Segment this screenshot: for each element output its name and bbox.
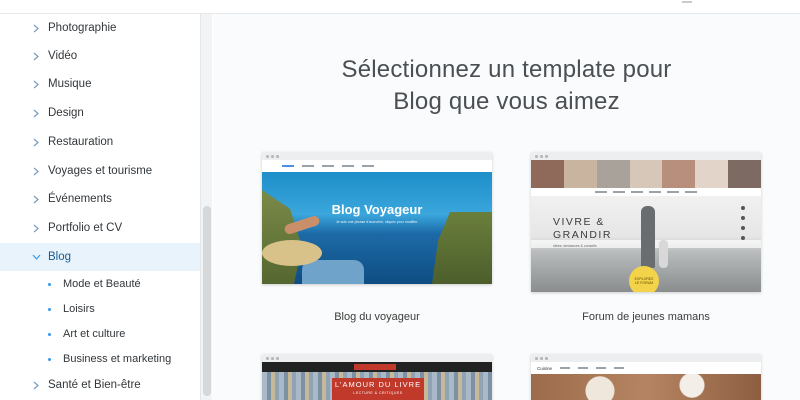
sidebar-item-design[interactable]: Design (0, 99, 200, 127)
thumbnail-title: Blog Voyageur (331, 202, 423, 217)
bullet-icon (48, 282, 51, 286)
food-photo (531, 374, 761, 400)
child-figure (659, 240, 668, 268)
sidebar-item-evenements[interactable]: Événements (0, 185, 200, 213)
thumbnail-subtitle: Je suis une phrase d'accroche, cliquez p… (335, 220, 419, 224)
template-thumbnail: L'AMOUR DU LIVRE LECTURE & CRITIQUES (262, 362, 492, 400)
bullet-icon (48, 307, 51, 311)
sidebar-item-blog[interactable]: Blog (0, 243, 200, 271)
thumbnail-brand: Cuisine (537, 365, 553, 371)
sidebar-subitem-label: Art et culture (63, 328, 126, 340)
page-title-line2: Blog que vous aimez (393, 88, 620, 115)
thumbnail-nav (262, 160, 492, 172)
social-icons (741, 206, 745, 240)
bullet-icon (48, 332, 51, 336)
bullet-icon (48, 357, 51, 361)
sidebar-subitem-label: Mode et Beauté (63, 278, 141, 290)
chevron-right-icon (31, 108, 41, 118)
page-title: Sélectionnez un template pour Blog que v… (213, 54, 800, 118)
sidebar-item-restauration[interactable]: Restauration (0, 128, 200, 156)
sidebar-scrollbar[interactable] (200, 14, 212, 400)
sidebar-item-label: Design (48, 107, 84, 119)
sidebar-item-musique[interactable]: Musique (0, 70, 200, 98)
sidebar-item-label: Santé et Bien-être (48, 379, 141, 391)
sidebar-subitem-art[interactable]: Art et culture (0, 322, 200, 346)
chevron-right-icon (31, 51, 41, 61)
chevron-right-icon (31, 194, 41, 204)
thumbnail-title: L'AMOUR DU LIVRE LECTURE & CRITIQUES (332, 378, 424, 400)
template-card-cuisine[interactable]: Cuisine (531, 354, 761, 400)
sidebar-item-sante[interactable]: Santé et Bien-être (0, 371, 200, 399)
template-thumbnail: VIVRE & GRANDIR Idées, tendances & conse… (531, 160, 761, 292)
sidebar-subitem-label: Loisirs (63, 303, 95, 315)
browser-chrome (262, 354, 492, 362)
top-icon[interactable] (682, 0, 692, 3)
thumbnail-title: VIVRE & GRANDIR (553, 216, 612, 241)
sidebar-item-portfolio[interactable]: Portfolio et CV (0, 214, 200, 242)
sidebar-item-label: Voyages et tourisme (48, 165, 153, 177)
sidebar-subitem-business[interactable]: Business et marketing (0, 347, 200, 371)
photo-strip (531, 160, 761, 188)
browser-chrome (531, 152, 761, 160)
chevron-right-icon (31, 166, 41, 176)
sidebar-subitem-mode[interactable]: Mode et Beauté (0, 272, 200, 296)
template-caption[interactable]: Blog du voyageur (262, 311, 492, 323)
sidebar-item-label: Portfolio et CV (48, 222, 123, 234)
sidebar-item-label: Vidéo (48, 50, 78, 62)
sidebar-item-label: Musique (48, 78, 92, 90)
thumbnail-nav (531, 188, 761, 196)
sidebar-subitem-label: Business et marketing (63, 353, 172, 365)
sidebar-item-photographie[interactable]: Photographie (0, 14, 200, 42)
mother-figure (641, 206, 655, 268)
thumbnail-nav: Cuisine (531, 362, 761, 374)
scrollbar-thumb[interactable] (203, 206, 211, 396)
chevron-right-icon (31, 223, 41, 233)
sidebar-item-label: Photographie (48, 22, 117, 34)
chevron-right-icon (31, 380, 41, 390)
template-thumbnail: Blog Voyageur Je suis une phrase d'accro… (262, 172, 492, 284)
sidebar-item-voyages[interactable]: Voyages et tourisme (0, 157, 200, 185)
template-card-amour-livre[interactable]: L'AMOUR DU LIVRE LECTURE & CRITIQUES (262, 354, 492, 400)
top-bar (0, 0, 800, 14)
thumbnail-tagline: Idées, tendances & conseils (553, 244, 597, 248)
browser-chrome (262, 152, 492, 160)
template-caption[interactable]: Forum de jeunes mamans (531, 311, 761, 323)
template-card-blog-voyageur[interactable]: Blog Voyageur Je suis une phrase d'accro… (262, 152, 492, 284)
chevron-down-icon (31, 252, 41, 262)
template-thumbnail: Cuisine (531, 362, 761, 400)
sidebar-item-label: Événements (48, 193, 112, 205)
sidebar-subitem-loisirs[interactable]: Loisirs (0, 297, 200, 321)
template-card-forum-mamans[interactable]: VIVRE & GRANDIR Idées, tendances & conse… (531, 152, 761, 292)
chevron-right-icon (31, 137, 41, 147)
chevron-right-icon (31, 23, 41, 33)
browser-chrome (531, 354, 761, 362)
sidebar-item-video[interactable]: Vidéo (0, 42, 200, 70)
chevron-right-icon (31, 79, 41, 89)
explore-badge: EXPLOREZ LE FORUM (629, 266, 659, 292)
sidebar-item-label: Restauration (48, 136, 114, 148)
sidebar-item-label: Blog (48, 251, 72, 263)
template-gallery: Sélectionnez un template pour Blog que v… (213, 14, 800, 400)
beach-photo: VIVRE & GRANDIR Idées, tendances & conse… (531, 196, 761, 292)
category-sidebar: Photographie Vidéo Musique Design Restau… (0, 14, 200, 400)
page-title-line1: Sélectionnez un template pour (341, 56, 672, 83)
